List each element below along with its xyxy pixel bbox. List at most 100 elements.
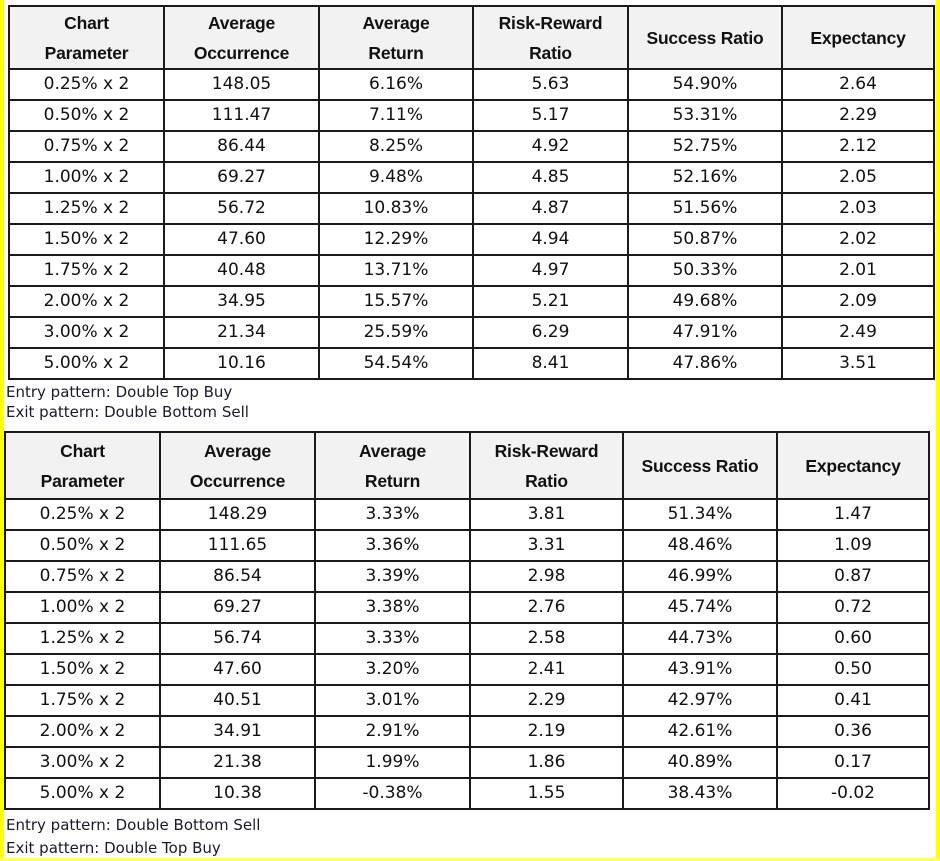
cell-average-occurrence: 47.60	[159, 653, 316, 686]
column-header-text: Average	[203, 440, 272, 461]
cell-success-ratio: 47.86%	[627, 347, 783, 380]
column-header-chart-parameter: Chart Parameter	[4, 431, 161, 500]
cell-risk-reward-ratio: 4.87	[472, 192, 629, 225]
cell-risk-reward-ratio: 2.58	[469, 622, 624, 655]
cell-average-return: 13.71%	[318, 254, 474, 287]
cell-success-ratio: 42.61%	[622, 715, 778, 748]
cell-success-ratio: 38.43%	[622, 777, 778, 810]
header-row: Chart Parameter Average Occurrence Average Re…	[8, 5, 935, 70]
cell-chart-parameter: 3.00% x 2	[4, 746, 161, 779]
table-row: 1.75% x 2 40.48 13.71% 4.97 50.33% 2.01	[8, 254, 935, 287]
cell-success-ratio: 42.97%	[622, 684, 778, 717]
cell-success-ratio: 50.87%	[627, 223, 783, 256]
cell-average-return: 6.16%	[318, 68, 474, 101]
cell-average-return: 3.33%	[314, 622, 471, 655]
table-row: 1.50% x 2 47.60 3.20% 2.41 43.91% 0.50	[4, 653, 930, 686]
cell-success-ratio: 44.73%	[622, 622, 778, 655]
cell-risk-reward-ratio: 1.86	[469, 746, 624, 779]
column-header-text: Success Ratio	[646, 27, 764, 48]
cell-expectancy: -0.02	[776, 777, 930, 810]
cell-average-return: 7.11%	[318, 99, 474, 132]
cell-average-occurrence: 69.27	[159, 591, 316, 624]
cell-success-ratio: 52.75%	[627, 130, 783, 163]
cell-average-occurrence: 56.72	[163, 192, 320, 225]
cell-expectancy: 2.02	[781, 223, 935, 256]
cell-average-return: 12.29%	[318, 223, 474, 256]
column-header-expectancy: Expectancy	[781, 5, 935, 70]
column-header-text: Parameter	[44, 42, 129, 63]
cell-average-return: 3.36%	[314, 529, 471, 562]
cell-average-return: 25.59%	[318, 316, 474, 349]
column-header-average-return: Average Return	[314, 431, 471, 500]
cell-expectancy: 0.41	[776, 684, 930, 717]
table-row: 0.50% x 2 111.65 3.36% 3.31 48.46% 1.09	[4, 529, 930, 562]
table-row: 3.00% x 2 21.38 1.99% 1.86 40.89% 0.17	[4, 746, 930, 779]
cell-success-ratio: 52.16%	[627, 161, 783, 194]
cell-expectancy: 3.51	[781, 347, 935, 380]
cell-average-occurrence: 111.65	[159, 529, 316, 562]
column-header-expectancy: Expectancy	[776, 431, 930, 500]
cell-risk-reward-ratio: 4.92	[472, 130, 629, 163]
column-header-text: Chart	[60, 440, 105, 461]
cell-average-return: 3.39%	[314, 560, 471, 593]
cell-success-ratio: 51.56%	[627, 192, 783, 225]
column-header-text: Chart	[64, 12, 109, 33]
cell-success-ratio: 45.74%	[622, 591, 778, 624]
results-table-double-bottom-sell: Chart Parameter Average Occurrence Average Re…	[4, 431, 930, 810]
column-header-risk-reward-ratio: Risk-Reward Ratio	[472, 5, 629, 70]
exit-pattern-caption: Exit pattern: Double Top Buy	[6, 839, 221, 857]
cell-chart-parameter: 0.75% x 2	[4, 560, 161, 593]
cell-average-occurrence: 21.34	[163, 316, 320, 349]
yellow-frame-right	[936, 0, 940, 861]
column-header-text: Risk-Reward	[494, 440, 599, 461]
cell-risk-reward-ratio: 3.81	[469, 498, 624, 531]
cell-chart-parameter: 0.50% x 2	[8, 99, 165, 132]
table-row: 0.50% x 2 111.47 7.11% 5.17 53.31% 2.29	[8, 99, 935, 132]
column-header-text: Return	[368, 42, 424, 63]
table-header: Chart Parameter Average Occurrence Average Re…	[4, 431, 930, 500]
cell-expectancy: 2.12	[781, 130, 935, 163]
cell-expectancy: 0.60	[776, 622, 930, 655]
cell-expectancy: 1.09	[776, 529, 930, 562]
cell-success-ratio: 40.89%	[622, 746, 778, 779]
cell-expectancy: 2.05	[781, 161, 935, 194]
column-header-text: Occurrence	[189, 470, 286, 491]
cell-average-occurrence: 34.95	[163, 285, 320, 318]
cell-chart-parameter: 1.25% x 2	[8, 192, 165, 225]
column-header-chart-parameter: Chart Parameter	[8, 5, 165, 70]
cell-expectancy: 2.64	[781, 68, 935, 101]
table-row: 5.00% x 2 10.38 -0.38% 1.55 38.43% -0.02	[4, 777, 930, 810]
column-header-text: Average	[362, 12, 430, 33]
table-row: 1.25% x 2 56.72 10.83% 4.87 51.56% 2.03	[8, 192, 935, 225]
column-header-text: Expectancy	[810, 27, 906, 48]
column-header-success-ratio: Success Ratio	[622, 431, 778, 500]
cell-expectancy: 0.17	[776, 746, 930, 779]
cell-chart-parameter: 1.75% x 2	[4, 684, 161, 717]
table-row: 2.00% x 2 34.91 2.91% 2.19 42.61% 0.36	[4, 715, 930, 748]
column-header-success-ratio: Success Ratio	[627, 5, 783, 70]
cell-risk-reward-ratio: 2.19	[469, 715, 624, 748]
cell-chart-parameter: 1.00% x 2	[4, 591, 161, 624]
cell-expectancy: 0.72	[776, 591, 930, 624]
cell-average-return: 3.01%	[314, 684, 471, 717]
cell-risk-reward-ratio: 2.98	[469, 560, 624, 593]
cell-risk-reward-ratio: 1.55	[469, 777, 624, 810]
cell-average-occurrence: 34.91	[159, 715, 316, 748]
cell-success-ratio: 49.68%	[627, 285, 783, 318]
cell-chart-parameter: 1.50% x 2	[8, 223, 165, 256]
cell-expectancy: 2.29	[781, 99, 935, 132]
cell-chart-parameter: 3.00% x 2	[8, 316, 165, 349]
cell-average-return: 54.54%	[318, 347, 474, 380]
cell-risk-reward-ratio: 4.94	[472, 223, 629, 256]
cell-chart-parameter: 0.25% x 2	[4, 498, 161, 531]
cell-success-ratio: 53.31%	[627, 99, 783, 132]
cell-average-occurrence: 69.27	[163, 161, 320, 194]
cell-average-occurrence: 86.54	[159, 560, 316, 593]
cell-expectancy: 1.47	[776, 498, 930, 531]
cell-success-ratio: 50.33%	[627, 254, 783, 287]
cell-success-ratio: 47.91%	[627, 316, 783, 349]
entry-pattern-caption: Entry pattern: Double Bottom Sell	[6, 816, 261, 834]
cell-success-ratio: 43.91%	[622, 653, 778, 686]
column-header-text: Success Ratio	[641, 455, 759, 476]
table-row: 0.25% x 2 148.29 3.33% 3.81 51.34% 1.47	[4, 498, 930, 531]
